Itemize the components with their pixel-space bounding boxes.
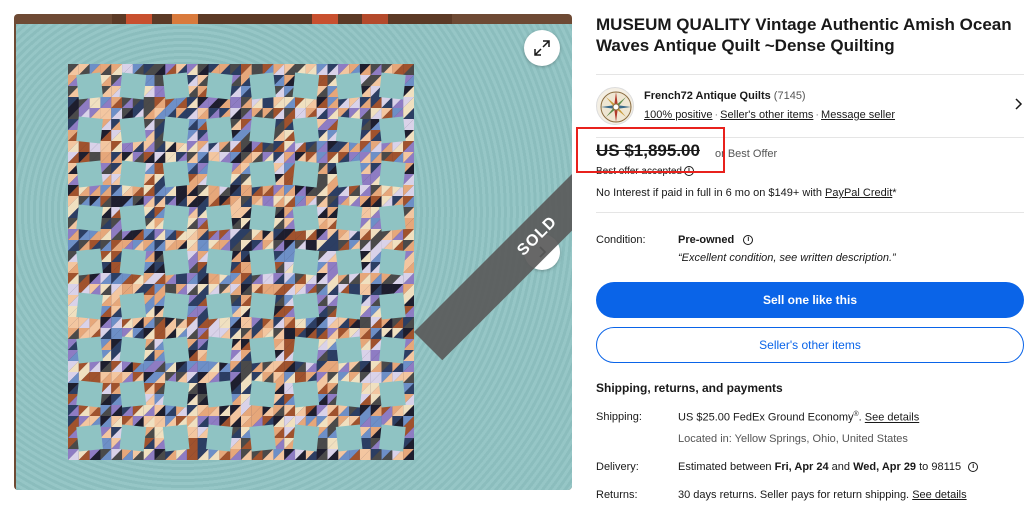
delivery-value: Estimated between Fri, Apr 24 and Wed, A… xyxy=(678,461,979,473)
info-icon[interactable]: i xyxy=(968,462,979,473)
registered-mark: ® xyxy=(853,411,859,418)
shipping-section-title: Shipping, returns, and payments xyxy=(596,381,783,395)
returns-see-details-link[interactable]: See details xyxy=(912,489,966,501)
delivery-end: Wed, Apr 29 xyxy=(853,461,917,473)
message-seller-link[interactable]: Message seller xyxy=(821,109,895,121)
chevron-right-icon[interactable] xyxy=(1012,97,1024,111)
seller-links: 100% positive · Seller's other items · Messa… xyxy=(644,109,895,121)
expand-button[interactable] xyxy=(524,30,560,66)
delivery-start: Fri, Apr 24 xyxy=(774,461,829,473)
info-icon[interactable]: i xyxy=(743,235,754,246)
shipping-see-details-link[interactable]: See details xyxy=(865,412,919,424)
price-highlight-box xyxy=(576,127,725,173)
shipping-cost: US $25.00 xyxy=(678,411,730,424)
condition-description: “Excellent condition, see written descri… xyxy=(678,252,896,264)
shipping-service: FedEx Ground Economy xyxy=(729,411,854,424)
divider xyxy=(596,212,1024,213)
condition-value-text: Pre-owned xyxy=(678,234,735,246)
shipping-label: Shipping: xyxy=(596,411,642,423)
seller-positive-link[interactable]: 100% positive xyxy=(644,109,713,121)
delivery-and: and xyxy=(828,461,854,473)
listing-details: MUSEUM QUALITY Vintage Authentic Amish O… xyxy=(576,14,1024,501)
separator: · xyxy=(815,109,820,121)
shipping-value: US $25.00 FedEx Ground Economy®. See det… xyxy=(678,411,920,424)
quilt-pattern xyxy=(68,64,414,460)
listing-image-gallery[interactable]: SOLD xyxy=(14,14,572,490)
sell-one-like-this-button[interactable]: Sell one like this xyxy=(596,282,1024,318)
financing-text: No Interest if paid in full in 6 mo on $… xyxy=(596,187,825,199)
condition-value: Pre-owned i xyxy=(678,234,754,246)
listing-title: MUSEUM QUALITY Vintage Authentic Amish O… xyxy=(596,15,1012,55)
seller-name-line[interactable]: French72 Antique Quilts (7145) xyxy=(644,90,806,102)
seller-feedback-count: (7145) xyxy=(773,90,806,102)
returns-text: 30 days returns. Seller pays for return … xyxy=(678,489,913,501)
condition-label: Condition: xyxy=(596,234,646,246)
financing-note: No Interest if paid in full in 6 mo on $… xyxy=(596,187,897,199)
separator: · xyxy=(714,109,719,121)
returns-value: 30 days returns. Seller pays for return … xyxy=(678,489,967,501)
compass-logo-icon xyxy=(600,91,632,123)
paypal-credit-link[interactable]: PayPal Credit xyxy=(825,187,892,199)
item-location: Located in: Yellow Springs, Ohio, United… xyxy=(678,433,908,445)
expand-icon xyxy=(534,40,550,56)
returns-label: Returns: xyxy=(596,489,638,501)
delivery-prefix: Estimated between xyxy=(678,461,775,473)
seller-avatar[interactable] xyxy=(596,87,634,125)
delivery-label: Delivery: xyxy=(596,461,639,473)
seller-name[interactable]: French72 Antique Quilts xyxy=(644,90,771,102)
seller-other-items-link[interactable]: Seller's other items xyxy=(720,109,813,121)
seller-other-items-button[interactable]: Seller's other items xyxy=(596,327,1024,363)
financing-suffix: * xyxy=(892,187,897,199)
delivery-suffix: to 98115 xyxy=(916,461,962,473)
